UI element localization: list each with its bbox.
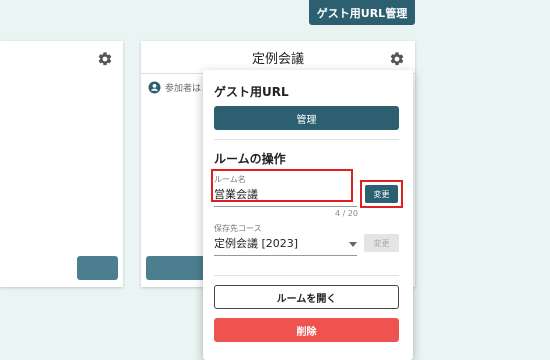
- card-title: 定例会議: [251, 52, 304, 67]
- dropdown-arrow-icon[interactable]: [349, 242, 357, 247]
- room-ops-heading: ルームの操作: [214, 152, 286, 166]
- highlight-box-change-button: [360, 180, 403, 208]
- delete-button[interactable]: 削除: [214, 318, 399, 342]
- divider: [214, 139, 399, 140]
- save-destination-select[interactable]: 保存先コース 定例会議 [2023]: [214, 223, 357, 256]
- guest-url-heading: ゲスト用URL: [214, 85, 289, 99]
- participants-row: 参加者は: [148, 81, 201, 94]
- highlight-box-room-name: [211, 169, 353, 202]
- char-counter: 4 / 20: [334, 209, 358, 218]
- change-save-destination-button[interactable]: 変更: [364, 234, 399, 252]
- card-left-action-button[interactable]: [77, 256, 118, 280]
- save-destination-label: 保存先コース: [214, 224, 262, 233]
- field-underline: [214, 255, 357, 256]
- divider: [214, 275, 399, 276]
- gear-icon[interactable]: [97, 51, 113, 67]
- manage-button[interactable]: 管理: [214, 106, 399, 130]
- save-destination-value[interactable]: 定例会議 [2023]: [214, 235, 357, 251]
- gear-icon[interactable]: [389, 51, 405, 67]
- open-room-button[interactable]: ルームを開く: [214, 285, 399, 309]
- field-underline: [214, 206, 357, 207]
- card-mid-action-button[interactable]: [146, 256, 206, 280]
- participants-label: 参加者は: [165, 84, 202, 94]
- person-icon: [148, 81, 161, 94]
- room-card-left: [0, 41, 123, 287]
- guest-url-manage-button[interactable]: ゲスト用URL管理: [309, 0, 415, 25]
- room-settings-popup: ゲスト用URL 管理 ルームの操作 ルーム名 営業会議 4 / 20 変更 保存…: [203, 70, 413, 360]
